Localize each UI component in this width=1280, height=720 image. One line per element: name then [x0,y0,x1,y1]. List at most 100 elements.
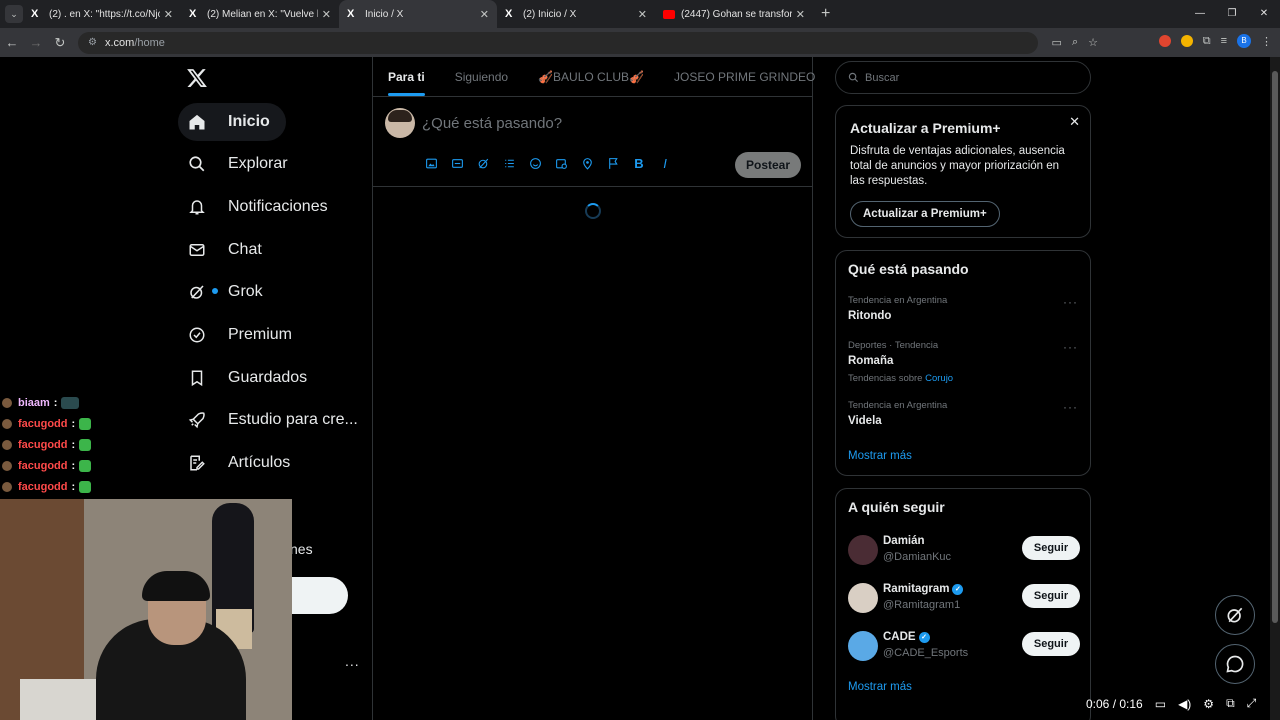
close-tab-icon[interactable]: ✕ [164,8,173,21]
x-logo-icon[interactable] [186,67,208,89]
extension-icon[interactable] [1158,35,1171,47]
browser-tab[interactable]: X (2) Inicio / X ✕ [497,0,655,28]
who-to-follow-card: A quién seguir Damián @DamianKuc Seguir … [835,488,1091,720]
search-input[interactable]: Buscar [835,61,1091,94]
puzzle-icon[interactable]: ⧉ [1203,35,1211,48]
sidebar-item-estudio[interactable]: Estudio para cre... [178,401,374,439]
more-options-icon[interactable]: ... [345,653,360,669]
sidebar-item-explorar[interactable]: Explorar [178,145,304,183]
follow-suggestion[interactable]: CADE ✓ @CADE_Esports Seguir [848,629,1080,665]
tab-search-button[interactable]: ⌄ [5,5,23,23]
tab-siguiendo[interactable]: Siguiendo [440,57,523,96]
scrollbar-thumb[interactable] [1272,71,1278,623]
show-more-link[interactable]: Mostrar más [848,450,912,462]
browser-tab[interactable]: (2447) Gohan se transforma en ✕ [655,0,813,28]
poll-icon[interactable] [501,155,517,171]
avatar[interactable] [848,583,878,613]
chat-floating-button[interactable] [1215,644,1255,684]
tab-baulo-club[interactable]: 🎻BAULO CLUB🎻 [523,57,659,96]
close-tab-icon[interactable]: ✕ [796,8,805,21]
tab-title: (2) Inicio / X [523,8,577,20]
follow-button[interactable]: Seguir [1022,536,1080,560]
tab-para-ti[interactable]: Para ti [373,57,440,96]
follow-suggestion[interactable]: Ramitagram ✓ @Ramitagram1 Seguir [848,581,1080,617]
postear-button[interactable]: Postear [735,152,801,178]
compose-input[interactable]: ¿Qué está pasando? [422,115,562,132]
sidebar-item-guardados[interactable]: Guardados [178,359,323,397]
webcam-headset [142,571,210,601]
video-controls: 0:06 / 0:16 ▭ ◀) ⚙ ⧉ ⤢ [1086,696,1256,711]
browser-tab-active[interactable]: X Inicio / X ✕ [339,0,497,28]
trend-item[interactable]: Tendencia en Argentina Ritondo ··· [848,295,1078,322]
profile-avatar[interactable]: B [1237,34,1251,48]
window-controls: — ❐ ✕ [1184,0,1280,28]
webcam-desk [20,679,100,720]
close-tab-icon[interactable]: ✕ [322,8,331,21]
sidebar-item-premium[interactable]: Premium [178,316,308,354]
new-tab-icon[interactable]: + [821,5,830,23]
more-options-icon[interactable]: ··· [1063,295,1078,309]
media-controls-icon[interactable]: ≡ [1221,35,1227,47]
miniplayer-icon[interactable]: ⧉ [1226,696,1235,711]
close-tab-icon[interactable]: ✕ [638,8,647,21]
location-icon[interactable] [579,155,595,171]
show-more-link[interactable]: Mostrar más [848,681,912,693]
kebab-menu-icon[interactable]: ⋮ [1261,35,1272,48]
page-scrollbar[interactable] [1270,57,1280,720]
close-icon[interactable]: ✕ [1069,114,1080,130]
rocket-icon [188,411,206,429]
sidebar-item-articulos[interactable]: Artículos [178,444,306,482]
settings-icon[interactable]: ⚙ [1203,697,1214,711]
search-icon [848,72,859,83]
volume-icon[interactable]: ◀) [1178,697,1191,711]
bookmark-star-icon[interactable]: ☆ [1088,36,1098,49]
trend-item[interactable]: Deportes · Tendencia Romaña Tendencias s… [848,340,1078,384]
close-window-icon[interactable]: ✕ [1248,0,1280,28]
trend-related-link[interactable]: Corujo [925,373,953,384]
flag-icon[interactable] [605,155,621,171]
grok-compose-icon[interactable] [475,155,491,171]
browser-tab[interactable]: X (2) Melian en X: "Vuelve la mejo ✕ [181,0,339,28]
sidebar-item-label: Artículos [228,454,291,471]
tab-title: (2447) Gohan se transforma en [681,8,792,20]
site-info-icon[interactable]: ⚙ [88,37,97,48]
upgrade-premium-button[interactable]: Actualizar a Premium+ [850,201,1000,227]
cast-icon[interactable]: ▭ [1052,36,1062,49]
sidebar-item-inicio[interactable]: Inicio [178,103,286,141]
follow-suggestion[interactable]: Damián @DamianKuc Seguir [848,533,1080,569]
forward-icon[interactable]: → [24,35,48,50]
italic-icon[interactable]: I [657,155,673,171]
extension-icon[interactable] [1180,35,1193,47]
avatar[interactable] [848,535,878,565]
sidebar-item-partial[interactable]: nes [290,541,313,557]
follow-button[interactable]: Seguir [1022,632,1080,656]
restore-icon[interactable]: ❐ [1216,0,1248,28]
schedule-icon[interactable] [553,155,569,171]
avatar[interactable] [385,108,415,138]
minimize-icon[interactable]: — [1184,0,1216,28]
reload-icon[interactable]: ↻ [48,35,72,51]
zoom-icon[interactable]: ⌕ [1072,36,1078,49]
fullscreen-icon[interactable]: ⤢ [1247,696,1257,711]
browser-toolbar: ← → ↻ ⚙ x.com/home ▭ ⌕ ☆ ⧉ ≡ B ⋮ [0,28,1280,57]
trend-item[interactable]: Tendencia en Argentina Videla ··· [848,400,1078,427]
image-icon[interactable] [423,155,439,171]
captions-icon[interactable]: ▭ [1155,697,1166,711]
gif-icon[interactable] [449,155,465,171]
sidebar-item-chat[interactable]: Chat [178,231,278,269]
address-bar[interactable]: ⚙ x.com/home [78,31,1038,54]
sidebar-item-notificaciones[interactable]: Notificaciones [178,188,344,226]
avatar[interactable] [848,631,878,661]
tab-label: 🎻BAULO CLUB🎻 [538,70,644,84]
sidebar-item-grok[interactable]: Grok [178,273,279,311]
close-tab-icon[interactable]: ✕ [480,8,489,21]
browser-tab[interactable]: X (2) . en X: "https://t.co/NjowkVj ✕ [23,0,181,28]
grok-floating-button[interactable] [1215,595,1255,635]
more-options-icon[interactable]: ··· [1063,400,1078,414]
tab-joseo-prime-grindeo[interactable]: JOSEO PRIME GRINDEO [659,57,830,96]
follow-button[interactable]: Seguir [1022,584,1080,608]
emoji-icon[interactable] [527,155,543,171]
more-options-icon[interactable]: ··· [1063,340,1078,354]
bold-icon[interactable]: B [631,155,647,171]
back-icon[interactable]: ← [0,35,24,50]
